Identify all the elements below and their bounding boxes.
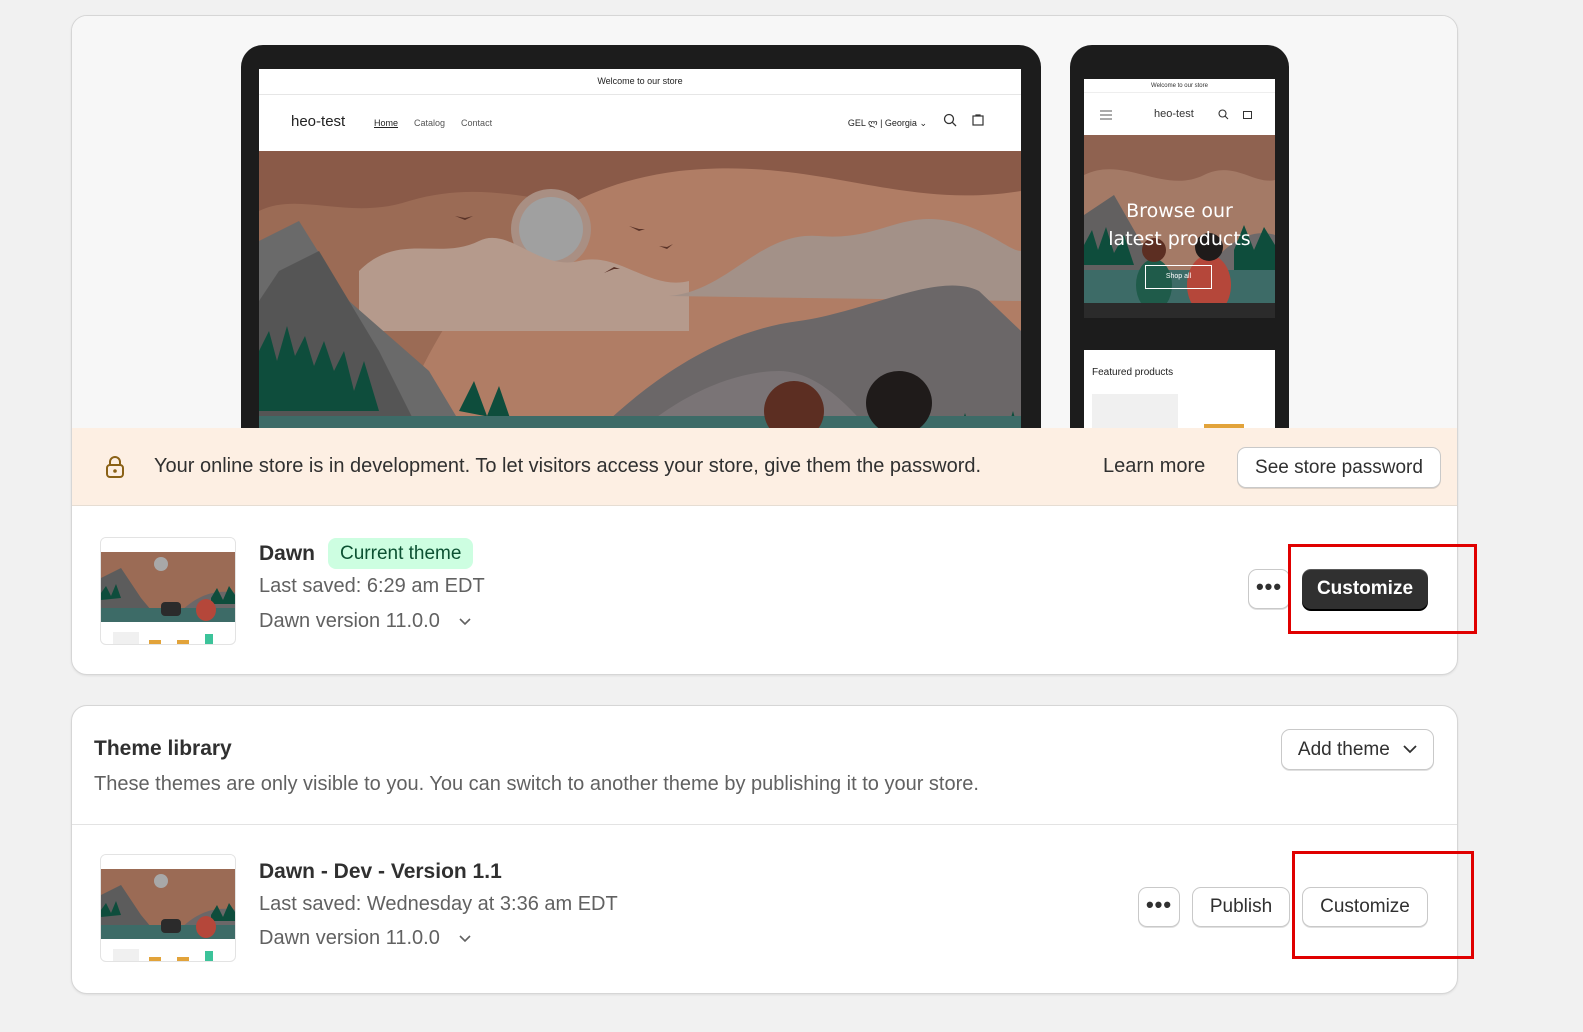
mobile-shop-all-button: Shop all	[1145, 265, 1212, 289]
mobile-featured-heading: Featured products	[1092, 367, 1174, 378]
desktop-preview: Welcome to our store heo-test Home Catal…	[241, 45, 1041, 428]
locale-selector: GEL ლ | Georgia ⌄	[847, 118, 927, 128]
hamburger-icon	[1100, 110, 1112, 120]
library-theme-name: Dawn - Dev - Version 1.1	[259, 860, 502, 883]
divider	[72, 824, 1457, 825]
learn-more-link[interactable]: Learn more	[1103, 455, 1205, 478]
version-label: Dawn version 11.0.0	[259, 927, 440, 949]
cart-icon	[1243, 111, 1252, 119]
nav-catalog: Catalog	[414, 118, 446, 128]
theme-thumbnail-image	[101, 855, 235, 961]
announcement-bar: Welcome to our store	[259, 69, 1021, 95]
library-theme-last-saved: Last saved: Wednesday at 3:36 am EDT	[259, 893, 618, 915]
theme-library-description: These themes are only visible to you. Yo…	[94, 773, 979, 795]
store-icons	[943, 113, 985, 127]
development-banner: Your online store is in development. To …	[72, 428, 1457, 506]
hero-illustration	[259, 151, 1021, 428]
current-theme-card: Welcome to our store heo-test Home Catal…	[71, 15, 1458, 675]
banner-message: Your online store is in development. To …	[154, 455, 982, 477]
nav-contact: Contact	[461, 118, 493, 128]
mobile-hero-heading: Browse our latest products	[1084, 197, 1275, 253]
mobile-announcement-bar: Welcome to our store	[1084, 79, 1275, 93]
current-theme-badge: Current theme	[328, 538, 474, 569]
search-icon	[1218, 109, 1229, 120]
chevron-down-icon	[459, 618, 471, 625]
mobile-header: heo-test	[1084, 93, 1275, 135]
store-nav: Home Catalog Contact	[374, 118, 492, 128]
lock-icon	[106, 456, 124, 478]
nav-home: Home	[374, 118, 399, 128]
theme-library-title: Theme library	[94, 737, 232, 760]
mobile-preview: Welcome to our store heo-test Browse our…	[1070, 45, 1289, 428]
mobile-dark-band	[1084, 318, 1275, 350]
chevron-down-icon	[1403, 745, 1417, 754]
theme-thumbnail-image	[101, 538, 235, 644]
current-theme-name: Dawn	[259, 542, 316, 565]
current-theme-thumbnail	[100, 537, 236, 645]
library-theme-version[interactable]: Dawn version 11.0.0	[259, 927, 471, 950]
theme-preview[interactable]: Welcome to our store heo-test Home Catal…	[72, 16, 1457, 428]
theme-library-card: Theme library These themes are only visi…	[71, 705, 1458, 994]
current-theme-more-actions-button[interactable]: •••	[1248, 569, 1290, 609]
version-label: Dawn version 11.0.0	[259, 610, 440, 632]
store-header: heo-test Home Catalog Contact GEL ლ | Ge…	[259, 95, 1021, 151]
mobile-product-card	[1092, 394, 1178, 428]
highlight-box	[1288, 544, 1477, 634]
highlight-box	[1292, 851, 1474, 959]
cart-icon	[972, 114, 984, 126]
see-store-password-button[interactable]: See store password	[1237, 447, 1441, 488]
chevron-down-icon	[459, 935, 471, 942]
publish-button[interactable]: Publish	[1192, 887, 1290, 927]
mobile-logo: heo-test	[1154, 108, 1194, 120]
store-logo: heo-test	[291, 113, 346, 130]
add-theme-button[interactable]: Add theme	[1281, 729, 1434, 770]
desktop-preview-screen: Welcome to our store heo-test Home Catal…	[259, 69, 1021, 428]
add-theme-label: Add theme	[1297, 739, 1390, 760]
mobile-preview-screen: Welcome to our store heo-test Browse our…	[1084, 79, 1275, 428]
search-icon	[943, 113, 957, 127]
current-theme-version[interactable]: Dawn version 11.0.0	[259, 610, 471, 633]
library-theme-more-actions-button[interactable]: •••	[1138, 887, 1180, 927]
library-theme-thumbnail	[100, 854, 236, 962]
mobile-hero-line2: latest products	[1108, 228, 1251, 250]
current-theme-last-saved: Last saved: 6:29 am EDT	[259, 575, 485, 597]
mobile-hero-line1: Browse our	[1126, 200, 1233, 222]
locale-label: GEL ლ | Georgia	[847, 118, 917, 128]
